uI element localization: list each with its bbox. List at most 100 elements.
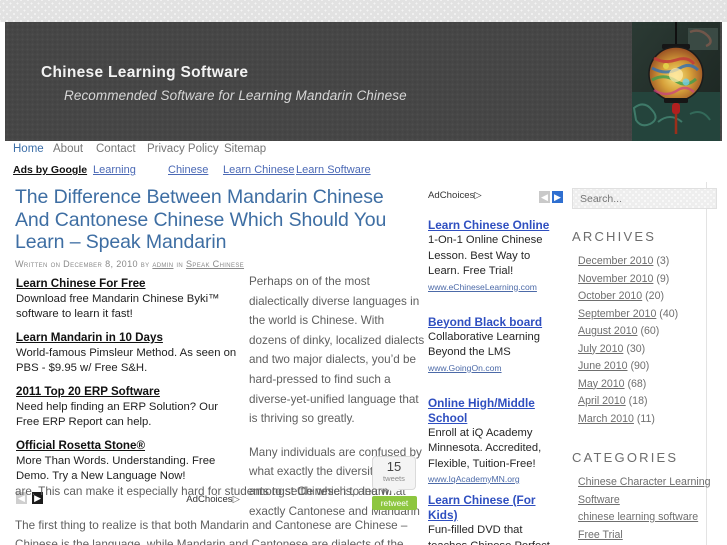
inline-ad-headline-3[interactable]: 2011 Top 20 ERP Software — [16, 384, 240, 399]
archive-link-july-2010[interactable]: July 2010 — [578, 343, 623, 355]
nav-item-contact[interactable]: Contact — [96, 143, 136, 155]
inline-ad-headline-4[interactable]: Official Rosetta Stone® — [16, 438, 240, 453]
ad-keyword-chinese[interactable]: Chinese — [168, 164, 208, 176]
categories-title: Categories — [572, 450, 679, 465]
tweet-count: 15 — [386, 459, 402, 474]
mid-ad-url-1[interactable]: www.eChineseLearning.com — [428, 281, 563, 293]
nav-item-privacy-policy[interactable]: Privacy Policy — [147, 143, 219, 155]
post-meta-prefix: Written on — [15, 258, 61, 269]
list-item: August 2010 (60) — [578, 323, 722, 341]
archive-link-june-2010[interactable]: June 2010 — [578, 360, 627, 372]
archive-link-december-2010[interactable]: December 2010 — [578, 255, 653, 267]
site-tagline: Recommended Software for Learning Mandar… — [64, 88, 407, 103]
archive-link-april-2010[interactable]: April 2010 — [578, 395, 626, 407]
mid-ad-unit-1: Learn Chinese Online 1-On-1 Online Chine… — [428, 218, 563, 293]
mid-ad-description-2: Collaborative Learning Beyond the LMS — [428, 330, 540, 359]
archive-count-july-2010: (30) — [626, 342, 646, 355]
archive-link-march-2010[interactable]: March 2010 — [578, 413, 634, 425]
ad-keyword-learning[interactable]: Learning — [93, 164, 136, 176]
ad-keyword-learn-software[interactable]: Learn Software — [296, 164, 371, 176]
archive-count-may-2010: (68) — [627, 377, 647, 390]
mid-prev-arrow-icon[interactable]: ◀ — [539, 191, 550, 203]
nav-item-about[interactable]: About — [53, 143, 83, 155]
nav-item-home[interactable]: Home — [13, 143, 44, 155]
inline-ad-block: Learn Chinese For Free Download free Man… — [16, 276, 240, 506]
mid-ad-unit-3: Online High/Middle School Enroll at iQ A… — [428, 396, 563, 486]
archive-link-may-2010[interactable]: May 2010 — [578, 378, 625, 390]
inline-ad-description-1: Download free Mandarin Chinese Byki™ sof… — [16, 293, 220, 320]
categories-list: Chinese Character Learning Software chin… — [572, 474, 722, 545]
inline-ad-description-2: World-famous Pimsleur Method. As seen on… — [16, 347, 237, 374]
inline-ad-headline-1[interactable]: Learn Chinese For Free — [16, 276, 240, 291]
nav-item-sitemap[interactable]: Sitemap — [224, 143, 266, 155]
ads-by-google-label[interactable]: Ads by Google — [13, 164, 87, 176]
list-item: November 2010 (9) — [578, 271, 722, 289]
page-background-pattern — [0, 0, 727, 22]
mid-ad-description-3: Enroll at iQ Academy Minnesota. Accredit… — [428, 426, 542, 470]
list-item: October 2010 (20) — [578, 288, 722, 306]
post-meta-by: by — [140, 258, 150, 269]
archive-count-june-2010: (90) — [630, 360, 650, 372]
archives-list: December 2010 (3) November 2010 (9) Octo… — [572, 253, 722, 428]
list-item: Chinese Character Learning Software — [578, 474, 722, 509]
mid-ad-unit-2: Beyond Black board Collaborative Learnin… — [428, 315, 563, 374]
archive-link-october-2010[interactable]: October 2010 — [578, 290, 642, 302]
archive-count-october-2010: (20) — [645, 290, 664, 302]
archive-count-march-2010: (11) — [636, 412, 655, 425]
post-author-link[interactable]: admin — [152, 259, 173, 269]
list-item: chinese learning software — [578, 509, 722, 527]
sidebar: Archives December 2010 (3) November 2010… — [572, 188, 722, 545]
list-item: December 2010 (3) — [578, 253, 722, 271]
mid-ad-unit-4: Learn Chinese (For Kids) Fun-filled DVD … — [428, 493, 563, 545]
mid-ads-arrows: ◀ ▶ — [539, 191, 563, 209]
list-item: April 2010 (18) — [578, 393, 722, 411]
mid-adchoices-label: AdChoices — [428, 190, 475, 201]
archive-link-august-2010[interactable]: August 2010 — [578, 325, 638, 337]
ad-keyword-learn-chinese[interactable]: Learn Chinese — [223, 164, 295, 176]
archive-count-september-2010: (40) — [659, 307, 679, 320]
post-category-link[interactable]: Speak Chinese — [186, 259, 244, 269]
mid-ad-headline-3[interactable]: Online High/Middle School — [428, 396, 563, 426]
inline-ad-description-3: Need help finding an ERP Solution? Our F… — [16, 401, 219, 428]
mid-ad-headline-4[interactable]: Learn Chinese (For Kids) — [428, 493, 563, 523]
category-link-chinese-learning-software[interactable]: chinese learning software — [578, 511, 698, 523]
mid-ads-column: AdChoices▷ ◀ ▶ Learn Chinese Online 1-On-… — [428, 190, 563, 545]
archive-link-september-2010[interactable]: September 2010 — [578, 308, 656, 320]
mid-ad-headline-2[interactable]: Beyond Black board — [428, 315, 563, 330]
mid-next-arrow-icon[interactable]: ▶ — [552, 191, 563, 203]
archive-count-november-2010: (9) — [656, 272, 670, 285]
inline-ad-headline-2[interactable]: Learn Mandarin in 10 Days — [16, 330, 240, 345]
archive-count-april-2010: (18) — [628, 395, 648, 407]
mid-ads-header: AdChoices▷ ◀ ▶ — [428, 190, 563, 206]
list-item: September 2010 (40) — [578, 306, 722, 324]
post-meta: Written on December 8, 2010 by admin in … — [15, 259, 423, 269]
post-meta-date: December 8, 2010 — [63, 258, 138, 269]
site-header: Chinese Learning Software Recommended So… — [5, 22, 722, 141]
inline-ad-unit-2: Learn Mandarin in 10 Days World-famous P… — [16, 330, 240, 376]
list-item: May 2010 (68) — [578, 376, 722, 394]
page-root: Chinese Learning Software Recommended So… — [0, 0, 727, 545]
archive-count-august-2010: (60) — [640, 325, 660, 337]
post-title: The Difference Between Mandarin Chinese … — [15, 186, 387, 253]
mid-ad-url-2[interactable]: www.GoingOn.com — [428, 362, 563, 374]
post-meta-in: in — [176, 258, 184, 269]
article-column: The Difference Between Mandarin Chinese … — [5, 186, 424, 545]
list-item: June 2010 (90) — [578, 358, 722, 376]
mid-ad-url-3[interactable]: www.IqAcademyMN.org — [428, 473, 563, 485]
category-link-chinese-character-learning-software[interactable]: Chinese Character Learning Software — [578, 476, 711, 506]
mid-ad-headline-1[interactable]: Learn Chinese Online — [428, 218, 563, 233]
post-body-wide: are. This can make it especially hard fo… — [15, 482, 427, 545]
category-link-free-trial[interactable]: Free Trial — [578, 529, 623, 541]
mid-adchoices-icon: ▷ — [474, 190, 482, 201]
search-input[interactable] — [572, 188, 717, 209]
inline-ad-description-4: More Than Words. Understanding. Free Dem… — [16, 455, 216, 482]
list-item: March 2010 (11) — [578, 411, 722, 429]
mid-adchoices[interactable]: AdChoices▷ — [428, 190, 482, 201]
archive-link-november-2010[interactable]: November 2010 — [578, 273, 653, 285]
site-title: Chinese Learning Software — [41, 64, 249, 81]
archive-count-december-2010: (3) — [656, 255, 670, 267]
inline-ad-unit-3: 2011 Top 20 ERP Software Need help findi… — [16, 384, 240, 430]
inline-ad-unit-1: Learn Chinese For Free Download free Man… — [16, 276, 240, 322]
post-paragraph-4: The first thing to realize is that both … — [15, 518, 408, 545]
post-paragraph-1: Perhaps on of the most dialectically div… — [249, 275, 425, 426]
